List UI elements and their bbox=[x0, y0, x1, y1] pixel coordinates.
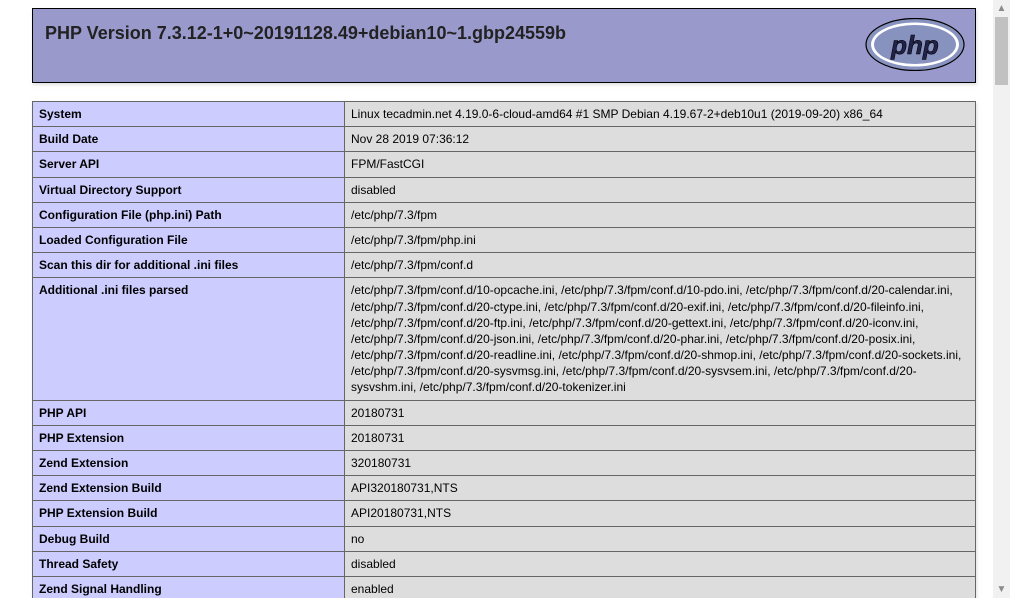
svg-text:php: php bbox=[890, 30, 939, 60]
table-row: Additional .ini files parsed /etc/php/7.… bbox=[33, 278, 976, 400]
row-label: Loaded Configuration File bbox=[33, 227, 345, 252]
row-value: 320180731 bbox=[345, 451, 976, 476]
row-label: Additional .ini files parsed bbox=[33, 278, 345, 400]
table-row: Thread Safety disabled bbox=[33, 551, 976, 576]
scrollbar-thumb[interactable] bbox=[995, 17, 1008, 85]
row-value: /etc/php/7.3/fpm/php.ini bbox=[345, 227, 976, 252]
table-row: Debug Build no bbox=[33, 526, 976, 551]
table-row: Zend Extension Build API320180731,NTS bbox=[33, 476, 976, 501]
row-label: Server API bbox=[33, 152, 345, 177]
row-value: API20180731,NTS bbox=[345, 501, 976, 526]
scroll-up-arrow-icon[interactable]: ▲ bbox=[993, 0, 1010, 17]
scroll-down-arrow-icon[interactable]: ▼ bbox=[993, 581, 1010, 598]
row-value: 20180731 bbox=[345, 425, 976, 450]
row-label: PHP Extension Build bbox=[33, 501, 345, 526]
row-label: PHP Extension bbox=[33, 425, 345, 450]
table-row: Loaded Configuration File /etc/php/7.3/f… bbox=[33, 227, 976, 252]
table-row: Scan this dir for additional .ini files … bbox=[33, 253, 976, 278]
row-label: Configuration File (php.ini) Path bbox=[33, 202, 345, 227]
table-row: PHP Extension 20180731 bbox=[33, 425, 976, 450]
row-value: disabled bbox=[345, 551, 976, 576]
table-row: System Linux tecadmin.net 4.19.0-6-cloud… bbox=[33, 102, 976, 127]
row-label: PHP API bbox=[33, 400, 345, 425]
phpinfo-table: System Linux tecadmin.net 4.19.0-6-cloud… bbox=[32, 101, 976, 598]
row-value: Nov 28 2019 07:36:12 bbox=[345, 127, 976, 152]
row-label: Zend Extension Build bbox=[33, 476, 345, 501]
row-label: Debug Build bbox=[33, 526, 345, 551]
row-value: /etc/php/7.3/fpm/conf.d bbox=[345, 253, 976, 278]
row-label: Zend Extension bbox=[33, 451, 345, 476]
phpinfo-header: PHP Version 7.3.12-1+0~20191128.49+debia… bbox=[32, 8, 976, 83]
row-label: Virtual Directory Support bbox=[33, 177, 345, 202]
table-row: Zend Extension 320180731 bbox=[33, 451, 976, 476]
page-title: PHP Version 7.3.12-1+0~20191128.49+debia… bbox=[45, 23, 566, 44]
row-label: System bbox=[33, 102, 345, 127]
php-logo-icon: php bbox=[865, 18, 965, 74]
table-row: Virtual Directory Support disabled bbox=[33, 177, 976, 202]
table-row: Server API FPM/FastCGI bbox=[33, 152, 976, 177]
row-label: Thread Safety bbox=[33, 551, 345, 576]
row-label: Scan this dir for additional .ini files bbox=[33, 253, 345, 278]
table-row: PHP Extension Build API20180731,NTS bbox=[33, 501, 976, 526]
table-row: Zend Signal Handling enabled bbox=[33, 576, 976, 598]
browser-scrollbar-track[interactable]: ▲ ▼ bbox=[993, 0, 1010, 598]
row-value: enabled bbox=[345, 576, 976, 598]
row-value: disabled bbox=[345, 177, 976, 202]
row-label: Build Date bbox=[33, 127, 345, 152]
table-row: Build Date Nov 28 2019 07:36:12 bbox=[33, 127, 976, 152]
table-row: PHP API 20180731 bbox=[33, 400, 976, 425]
row-value: Linux tecadmin.net 4.19.0-6-cloud-amd64 … bbox=[345, 102, 976, 127]
table-row: Configuration File (php.ini) Path /etc/p… bbox=[33, 202, 976, 227]
row-value: /etc/php/7.3/fpm/conf.d/10-opcache.ini, … bbox=[345, 278, 976, 400]
row-label: Zend Signal Handling bbox=[33, 576, 345, 598]
row-value: 20180731 bbox=[345, 400, 976, 425]
row-value: FPM/FastCGI bbox=[345, 152, 976, 177]
row-value: /etc/php/7.3/fpm bbox=[345, 202, 976, 227]
page-scroll-area[interactable]: PHP Version 7.3.12-1+0~20191128.49+debia… bbox=[0, 0, 992, 598]
row-value: API320180731,NTS bbox=[345, 476, 976, 501]
row-value: no bbox=[345, 526, 976, 551]
